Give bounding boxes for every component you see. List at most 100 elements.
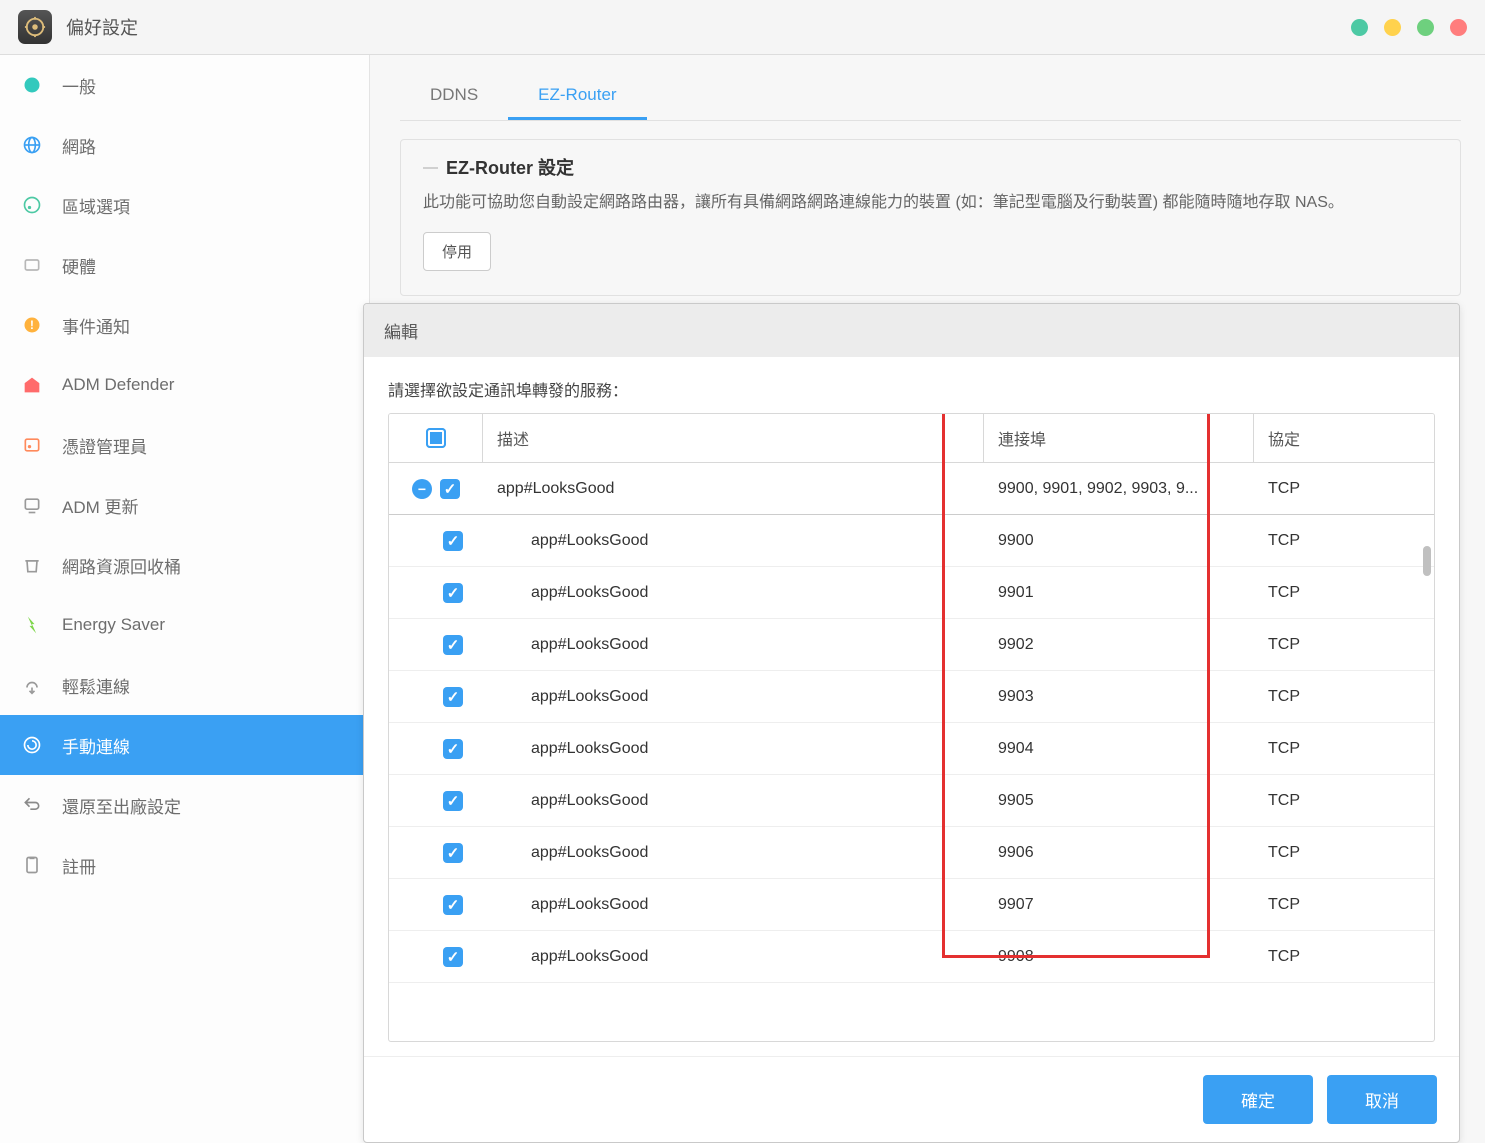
sidebar: 一般網路區域選項硬體! 事件通知 ADM Defender 憑證管理員 ADM 更新網路… (0, 55, 370, 1143)
table-row[interactable]: app#LooksGood 9903 TCP (389, 671, 1434, 723)
row-port: 9900 (984, 532, 1254, 550)
sidebar-label-6: 憑證管理員 (62, 433, 147, 458)
header-checkbox-cell[interactable] (389, 414, 483, 462)
window-title: 偏好設定 (66, 14, 138, 40)
row-desc: app#LooksGood (483, 844, 984, 862)
row-port: 9905 (984, 792, 1254, 810)
ok-button[interactable]: 確定 (1203, 1075, 1313, 1124)
row-desc: app#LooksGood (483, 584, 984, 602)
row-checkbox[interactable] (443, 843, 463, 863)
sidebar-label-2: 區域選項 (62, 193, 130, 218)
table-row[interactable]: app#LooksGood 9901 TCP (389, 567, 1434, 619)
table-row[interactable]: app#LooksGood 9905 TCP (389, 775, 1434, 827)
window-dot-1[interactable] (1351, 19, 1368, 36)
row-checkbox[interactable] (443, 791, 463, 811)
scrollbar-thumb[interactable] (1423, 546, 1431, 576)
row-desc: app#LooksGood (483, 636, 984, 654)
select-all-checkbox[interactable] (426, 428, 446, 448)
row-checkbox[interactable] (443, 895, 463, 915)
row-proto: TCP (1254, 636, 1434, 654)
group-proto: TCP (1254, 480, 1434, 498)
cancel-button[interactable]: 取消 (1327, 1075, 1437, 1124)
table-row[interactable]: app#LooksGood 9904 TCP (389, 723, 1434, 775)
sidebar-label-11: 手動連線 (62, 733, 130, 758)
sidebar-item-6[interactable]: 憑證管理員 (0, 415, 369, 475)
sidebar-icon-4: ! (18, 311, 46, 339)
sidebar-icon-1 (18, 131, 46, 159)
table-header-row: 描述 連接埠 協定 (389, 414, 1434, 463)
row-checkbox[interactable] (443, 583, 463, 603)
row-checkbox[interactable] (443, 687, 463, 707)
sidebar-label-0: 一般 (62, 73, 96, 98)
sidebar-label-10: 輕鬆連線 (62, 673, 130, 698)
row-desc: app#LooksGood (483, 688, 984, 706)
sidebar-item-8[interactable]: 網路資源回收桶 (0, 535, 369, 595)
sidebar-item-0[interactable]: 一般 (0, 55, 369, 115)
sidebar-icon-7 (18, 491, 46, 519)
header-port[interactable]: 連接埠 (984, 414, 1254, 462)
tab-ddns[interactable]: DDNS (400, 75, 508, 120)
header-desc[interactable]: 描述 (483, 414, 984, 462)
window-titlebar: 偏好設定 (0, 0, 1485, 55)
sidebar-label-12: 還原至出廠設定 (62, 793, 181, 818)
row-port: 9906 (984, 844, 1254, 862)
header-proto[interactable]: 協定 (1254, 414, 1434, 462)
sidebar-label-8: 網路資源回收桶 (62, 553, 181, 578)
panel-description: 此功能可協助您自動設定網路路由器，讓所有具備網路網路連線能力的裝置 (如：筆記型… (423, 190, 1438, 216)
row-proto: TCP (1254, 792, 1434, 810)
table-row[interactable]: app#LooksGood 9900 TCP (389, 515, 1434, 567)
sidebar-item-13[interactable]: 註冊 (0, 835, 369, 895)
sidebar-item-2[interactable]: 區域選項 (0, 175, 369, 235)
sidebar-item-12[interactable]: 還原至出廠設定 (0, 775, 369, 835)
sidebar-item-4[interactable]: ! 事件通知 (0, 295, 369, 355)
row-checkbox[interactable] (443, 635, 463, 655)
panel-collapse-icon[interactable]: — (423, 159, 438, 176)
row-checkbox[interactable] (443, 531, 463, 551)
disable-button[interactable]: 停用 (423, 232, 491, 271)
sidebar-label-7: ADM 更新 (62, 493, 139, 518)
row-proto: TCP (1254, 532, 1434, 550)
sidebar-icon-11 (18, 731, 46, 759)
sidebar-item-10[interactable]: 輕鬆連線 (0, 655, 369, 715)
tab-ezrouter[interactable]: EZ-Router (508, 75, 646, 120)
table-group-row[interactable]: − app#LooksGood 9900, 9901, 9902, 9903, … (389, 463, 1434, 515)
collapse-icon[interactable]: − (412, 479, 432, 499)
sidebar-item-11[interactable]: 手動連線 (0, 715, 369, 775)
sidebar-item-5[interactable]: ADM Defender (0, 355, 369, 415)
row-port: 9907 (984, 896, 1254, 914)
sidebar-item-1[interactable]: 網路 (0, 115, 369, 175)
window-dot-2[interactable] (1384, 19, 1401, 36)
sidebar-icon-0 (18, 71, 46, 99)
sidebar-icon-3 (18, 251, 46, 279)
row-desc: app#LooksGood (483, 948, 984, 966)
edit-modal: 編輯 請選擇欲設定通訊埠轉發的服務： 描述 連接埠 協定 − app#Looks… (363, 303, 1460, 1143)
sidebar-icon-12 (18, 791, 46, 819)
app-icon (18, 10, 52, 44)
svg-text:!: ! (30, 319, 34, 332)
group-checkbox[interactable] (440, 479, 460, 499)
modal-title: 編輯 (364, 304, 1459, 357)
sidebar-item-3[interactable]: 硬體 (0, 235, 369, 295)
row-checkbox[interactable] (443, 739, 463, 759)
row-proto: TCP (1254, 584, 1434, 602)
sidebar-label-4: 事件通知 (62, 313, 130, 338)
table-row[interactable]: app#LooksGood 9908 TCP (389, 931, 1434, 983)
row-desc: app#LooksGood (483, 896, 984, 914)
row-proto: TCP (1254, 896, 1434, 914)
sidebar-item-7[interactable]: ADM 更新 (0, 475, 369, 535)
table-row[interactable]: app#LooksGood 9902 TCP (389, 619, 1434, 671)
row-proto: TCP (1254, 740, 1434, 758)
row-checkbox[interactable] (443, 947, 463, 967)
table-row[interactable]: app#LooksGood 9906 TCP (389, 827, 1434, 879)
modal-footer: 確定 取消 (364, 1056, 1459, 1142)
row-proto: TCP (1254, 688, 1434, 706)
window-dot-4[interactable] (1450, 19, 1467, 36)
sidebar-icon-10 (18, 671, 46, 699)
table-row[interactable]: app#LooksGood 9907 TCP (389, 879, 1434, 931)
sidebar-item-9[interactable]: Energy Saver (0, 595, 369, 655)
tab-strip: DDNS EZ-Router (400, 75, 1461, 121)
window-dot-3[interactable] (1417, 19, 1434, 36)
row-port: 9908 (984, 948, 1254, 966)
sidebar-icon-13 (18, 851, 46, 879)
sidebar-icon-5 (18, 371, 46, 399)
